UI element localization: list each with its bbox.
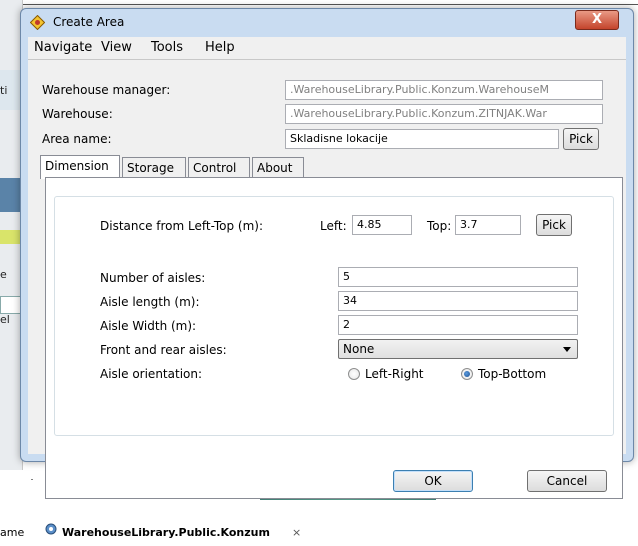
warehouse-field[interactable]: .WarehouseLibrary.Public.Konzum.ZITNJAK.…	[285, 104, 603, 124]
left-right-radio-label[interactable]: Left-Right	[365, 367, 424, 381]
background-tab-bar: ame WarehouseLibrary.Public.Konzum ×	[0, 522, 638, 546]
top-bottom-radio[interactable]	[461, 368, 473, 380]
dimension-tab-panel: Distance from Left-Top (m): Left: 4.85 T…	[45, 177, 623, 499]
background-frame-line	[0, 4, 638, 5]
aisle-length-field[interactable]: 34	[338, 291, 578, 311]
dialog-title-bar[interactable]: Create Area X	[21, 9, 633, 35]
aisles-field[interactable]: 5	[338, 267, 578, 287]
tab-storage[interactable]: Storage	[122, 157, 186, 179]
area-pick-button[interactable]: Pick	[563, 128, 599, 150]
tab-control[interactable]: Control	[188, 157, 250, 179]
menu-bar: Navigate View Tools Help	[28, 37, 626, 60]
tab-dimension[interactable]: Dimension	[40, 155, 120, 179]
menu-view[interactable]: View	[101, 40, 132, 55]
left-distance-field[interactable]: 4.85	[352, 215, 412, 235]
front-rear-value: None	[343, 342, 375, 356]
area-name-field[interactable]: Skladisne lokacije	[285, 129, 559, 149]
front-rear-label: Front and rear aisles:	[100, 343, 227, 357]
warehouse-manager-label: Warehouse manager:	[42, 83, 171, 97]
document-tab-close-icon[interactable]: ×	[292, 526, 301, 539]
distance-label: Distance from Left-Top (m):	[100, 219, 263, 233]
document-tab-icon	[44, 522, 58, 539]
left-right-radio[interactable]	[348, 368, 360, 380]
warehouse-manager-field[interactable]: .WarehouseLibrary.Public.Konzum.Warehous…	[285, 80, 603, 100]
top-label: Top:	[427, 219, 452, 233]
cancel-button[interactable]: Cancel	[527, 470, 607, 492]
aisles-label: Number of aisles:	[100, 271, 206, 285]
orientation-label: Aisle orientation:	[100, 367, 203, 381]
aisle-length-label: Aisle length (m):	[100, 295, 200, 309]
background-fragment: e	[0, 268, 7, 281]
background-tab-prefix: ame	[0, 526, 25, 539]
top-bottom-radio-label[interactable]: Top-Bottom	[478, 367, 546, 381]
distance-pick-button[interactable]: Pick	[536, 214, 572, 236]
aisle-width-field[interactable]: 2	[338, 315, 578, 335]
create-area-dialog: Create Area X Navigate View Tools Help W…	[20, 8, 634, 499]
left-label: Left:	[320, 219, 347, 233]
tab-about[interactable]: About	[252, 157, 304, 179]
ok-button[interactable]: OK	[393, 470, 473, 492]
aisle-width-label: Aisle Width (m):	[100, 319, 197, 333]
menu-tools[interactable]: Tools	[151, 40, 183, 55]
app-logo-icon	[29, 14, 46, 31]
background-fragment: el	[0, 313, 10, 326]
close-button[interactable]: X	[575, 10, 619, 30]
document-tab-label[interactable]: WarehouseLibrary.Public.Konzum	[62, 526, 270, 539]
dialog-title: Create Area	[53, 15, 125, 29]
front-rear-select[interactable]: None	[338, 339, 578, 359]
warehouse-label: Warehouse:	[42, 107, 113, 121]
menu-navigate[interactable]: Navigate	[34, 40, 92, 55]
chevron-down-icon	[563, 347, 571, 352]
area-name-label: Area name:	[42, 132, 112, 146]
dimension-group-box: Distance from Left-Top (m): Left: 4.85 T…	[54, 196, 614, 436]
menu-help[interactable]: Help	[205, 40, 235, 55]
top-distance-field[interactable]: 3.7	[455, 215, 521, 235]
dialog-content: Warehouse manager: .WarehouseLibrary.Pub…	[28, 60, 626, 499]
background-fragment: ti	[0, 84, 8, 97]
background-blue-band	[0, 178, 22, 212]
background-yellow-band	[0, 230, 22, 244]
